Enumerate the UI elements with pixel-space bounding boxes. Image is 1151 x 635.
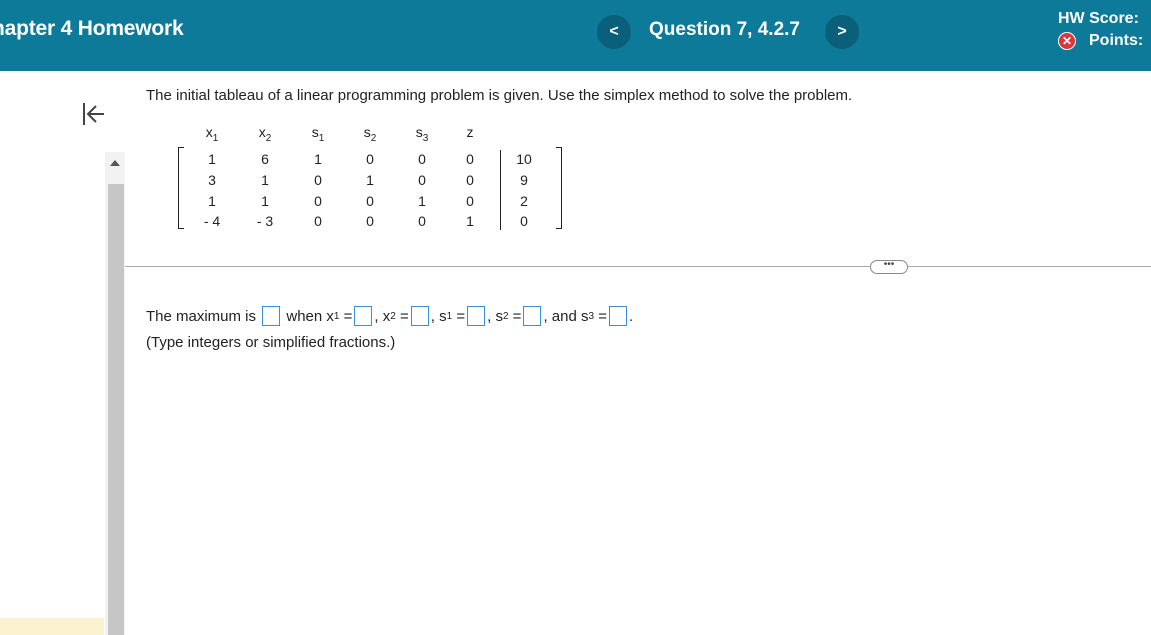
tableau-cell: 1 [261, 193, 269, 209]
s2-input[interactable] [523, 306, 542, 326]
matrix-left-bracket [178, 147, 184, 229]
x-circle-icon: ✕ [1058, 32, 1076, 50]
tableau-header: s2 [350, 124, 390, 144]
simplex-tableau: x1 x2 s1 s2 s3 z 1 6 1 0 0 0 10 3 1 0 1 0 0 9 1 1 0 0 1 0 2- 4- 30… [178, 124, 568, 234]
tableau-cell: 1 [466, 213, 474, 229]
tableau-cell: 2 [520, 193, 528, 209]
scroll-up-icon[interactable] [110, 160, 120, 166]
answer-text-when: when x [286, 307, 334, 325]
tableau-header-sub: 2 [370, 132, 377, 144]
var-s2: s [495, 307, 503, 325]
sub-x2: 2 [390, 310, 396, 322]
answer-text-max: The maximum is [146, 307, 257, 325]
tableau-cell: 0 [418, 172, 426, 188]
course-title: hapter 4 Homework [0, 17, 184, 40]
tableau-cell: 1 [366, 172, 374, 188]
sub-s3: 3 [588, 310, 595, 322]
tableau-cell: 0 [418, 213, 426, 229]
tableau-header-sub: 2 [265, 132, 272, 144]
var-x2: x [382, 307, 391, 325]
tableau-header-var: x [205, 124, 213, 140]
tableau-cell: 6 [261, 151, 269, 167]
tableau-cell: 0 [314, 172, 322, 188]
tableau-cell: 1 [314, 151, 322, 167]
tableau-header: z [450, 124, 490, 144]
eq-s3: = [598, 307, 607, 325]
tableau-cell: 1 [261, 172, 269, 188]
tableau-header-var: s [415, 124, 423, 140]
tableau-cell: 0 [466, 151, 474, 167]
tableau-cell: 0 [314, 193, 322, 209]
next-question-button[interactable]: > [825, 15, 859, 49]
tableau-cell: 3 [208, 172, 216, 188]
question-label: Question 7, 4.2.7 [649, 19, 800, 40]
answer-line: The maximum is when x1 = , x2 = , s1 = ,… [146, 304, 633, 328]
tableau-header-sub: 1 [212, 132, 219, 144]
tableau-cell: - 4 [203, 213, 221, 229]
tableau-cell: 0 [466, 172, 474, 188]
comma-1: , [374, 307, 379, 325]
sub-s2: 2 [502, 310, 509, 322]
previous-question-button[interactable]: < [597, 15, 631, 49]
collapse-left-icon [83, 103, 104, 125]
eq-s1: = [456, 307, 466, 325]
tableau-cell: 0 [520, 213, 528, 229]
points-row: ✕ Points: [1058, 32, 1143, 50]
tableau-cell: 1 [208, 151, 216, 167]
scrollbar-thumb[interactable] [108, 184, 124, 635]
tableau-cell: 9 [520, 172, 528, 188]
more-icon: ••• [883, 259, 895, 270]
chevron-left-icon: < [609, 23, 619, 40]
tableau-header: x2 [245, 124, 285, 144]
tableau-cell: 1 [418, 193, 426, 209]
section-divider [125, 266, 1151, 267]
sub-s1: 1 [446, 310, 453, 322]
x2-input[interactable] [410, 306, 429, 326]
problem-instruction: The initial tableau of a linear programm… [146, 87, 853, 104]
tableau-header-var: s [363, 124, 371, 140]
more-options-button[interactable]: ••• [870, 260, 908, 274]
x1-input[interactable] [354, 306, 373, 326]
tableau-header-var: s [311, 124, 319, 140]
tableau-header-sub: 3 [422, 132, 429, 144]
hw-score-label: HW Score: [1058, 10, 1139, 27]
tableau-cell: 0 [466, 193, 474, 209]
tableau-cell: 0 [366, 151, 374, 167]
collapse-panel-button[interactable] [79, 100, 107, 128]
tableau-header-var: x [258, 124, 266, 140]
answer-hint: (Type integers or simplified fractions.) [146, 334, 396, 351]
tableau-cell: 1 [208, 193, 216, 209]
eq-x2: = [399, 307, 409, 325]
chevron-right-icon: > [837, 23, 847, 40]
tableau-cell: - 3 [256, 213, 274, 229]
s3-input[interactable] [608, 306, 627, 326]
period: . [628, 307, 634, 325]
tableau-header-var: z [466, 124, 474, 140]
tableau-header: x1 [192, 124, 232, 144]
tableau-cell: 0 [366, 213, 374, 229]
eq-s2: = [512, 307, 522, 325]
s1-input[interactable] [467, 306, 486, 326]
tableau-cell: 10 [516, 151, 532, 167]
sub-x1: 1 [333, 310, 340, 322]
var-s1: s [439, 307, 447, 325]
tableau-cell: 0 [314, 213, 322, 229]
tableau-header: s3 [402, 124, 442, 144]
matrix-right-bracket [556, 147, 562, 229]
points-label: Points: [1089, 32, 1144, 49]
tableau-header-sub: 1 [318, 132, 325, 144]
left-panel-highlight [0, 618, 104, 635]
top-bar: hapter 4 Homework < Question 7, 4.2.7 > … [0, 0, 1151, 71]
comma-3: , [487, 307, 492, 325]
max-input[interactable] [262, 306, 281, 326]
tableau-cell: 0 [418, 151, 426, 167]
comma-2: , [430, 307, 435, 325]
tableau-cell: 0 [366, 193, 374, 209]
answer-text-and: , and s [543, 307, 589, 325]
tableau-header: s1 [298, 124, 338, 144]
augment-line [500, 150, 501, 230]
eq-x1: = [343, 307, 353, 325]
